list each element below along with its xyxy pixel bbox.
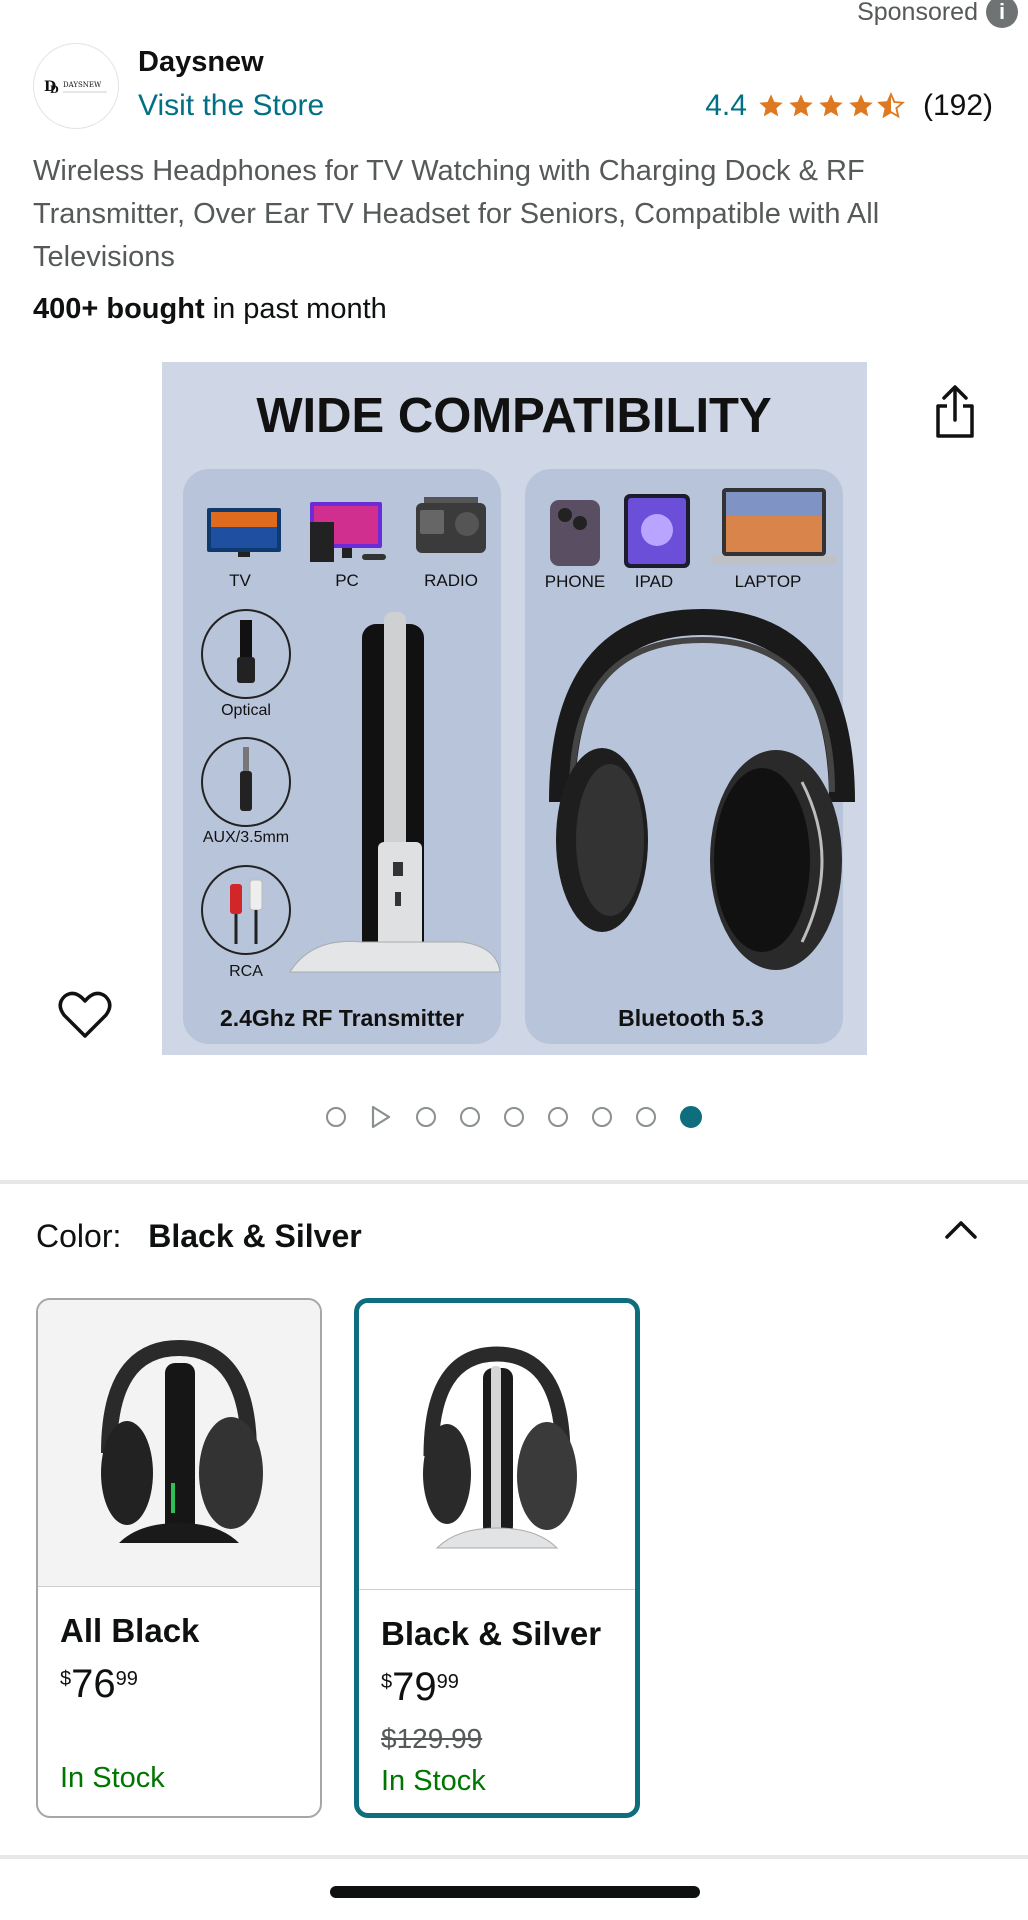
collapse-button[interactable] [942, 1215, 980, 1245]
headphones-stand-silver-icon [423, 1346, 577, 1549]
share-icon [936, 385, 974, 438]
rating-summary[interactable]: 4.4 (192) [705, 89, 993, 123]
sponsored-label-row[interactable]: Sponsored i [857, 0, 1018, 28]
device-label-pc: PC [335, 571, 359, 590]
device-label-radio: RADIO [424, 571, 478, 590]
variant-name: All Black [60, 1612, 200, 1649]
rating-count: (192) [922, 89, 993, 122]
brand-name[interactable]: Daysnew [138, 46, 264, 79]
radio-device-icon [416, 497, 486, 553]
visit-store-link[interactable]: Visit the Store [138, 89, 324, 123]
port-label-rca: RCA [229, 963, 263, 980]
bought-in-past-month: 400+ bought in past month [33, 293, 387, 326]
sponsored-label: Sponsored [857, 0, 978, 26]
video-play-icon[interactable] [370, 1105, 392, 1129]
carousel-dot[interactable] [592, 1107, 612, 1127]
port-label-optical: Optical [221, 702, 271, 719]
star-full-icon [759, 94, 783, 117]
variant-name: Black & Silver [381, 1615, 602, 1652]
home-indicator[interactable] [330, 1886, 700, 1898]
product-main-image[interactable]: WIDE COMPATIBILITY TV PC RADIO Optical A… [162, 362, 867, 1055]
product-title: Wireless Headphones for TV Watching with… [33, 155, 880, 273]
price-symbol: $ [381, 1671, 393, 1693]
phone-device-icon [550, 500, 600, 566]
color-selector-heading: Color: Black & Silver [36, 1218, 362, 1255]
rating-value: 4.4 [705, 89, 747, 122]
ipad-device-icon [624, 494, 690, 568]
port-label-aux: AUX/3.5mm [203, 829, 289, 846]
rating-stars [757, 92, 905, 120]
tv-device-icon [207, 508, 281, 557]
svg-text:D: D [50, 85, 59, 96]
chevron-up-icon [945, 1221, 977, 1239]
section-divider [0, 1855, 1028, 1859]
star-full-icon [789, 94, 813, 117]
carousel-indicator[interactable] [0, 1105, 1028, 1129]
share-button[interactable] [930, 384, 980, 440]
wishlist-button[interactable] [58, 990, 112, 1040]
variant-price: $ 79 99 [381, 1665, 459, 1709]
device-label-ipad: IPAD [635, 572, 673, 591]
carousel-dot[interactable] [504, 1107, 524, 1127]
variant-price: $ 76 99 [60, 1662, 138, 1706]
carousel-dot[interactable] [326, 1107, 346, 1127]
stock-status: In Stock [381, 1765, 486, 1797]
stock-status: In Stock [60, 1762, 165, 1794]
laptop-device-icon [710, 488, 838, 564]
headphones-stand-black-icon [101, 1339, 263, 1543]
bought-period: in past month [212, 293, 387, 325]
bt-caption: Bluetooth 5.3 [618, 1005, 764, 1031]
svg-text:DAYSNEW: DAYSNEW [63, 81, 102, 89]
device-label-tv: TV [229, 571, 251, 590]
star-full-icon [819, 94, 843, 117]
variant-image [359, 1303, 635, 1590]
color-label: Color: [36, 1218, 122, 1254]
variant-image [38, 1300, 320, 1587]
price-cents: 99 [436, 1671, 459, 1693]
product-image-graphic: WIDE COMPATIBILITY TV PC RADIO Optical A… [162, 362, 867, 1055]
carousel-dot-active[interactable] [680, 1106, 702, 1128]
bought-count: 400+ bought [33, 293, 205, 325]
carousel-dot[interactable] [416, 1107, 436, 1127]
price-dollars: 79 [392, 1665, 437, 1709]
star-full-icon [849, 94, 873, 117]
device-label-laptop: LAPTOP [735, 572, 802, 591]
price-dollars: 76 [71, 1662, 116, 1706]
image-headline: WIDE COMPATIBILITY [256, 389, 771, 443]
carousel-dot[interactable] [636, 1107, 656, 1127]
price-symbol: $ [60, 1668, 72, 1690]
carousel-dot[interactable] [548, 1107, 568, 1127]
star-half-icon [877, 92, 905, 119]
heart-icon [58, 991, 112, 1038]
was-price: $129.99 [381, 1723, 483, 1754]
carousel-dot[interactable] [460, 1107, 480, 1127]
info-icon[interactable]: i [986, 0, 1018, 28]
section-divider [0, 1180, 1028, 1184]
device-label-phone: PHONE [545, 572, 605, 591]
variant-card-all-black[interactable]: All Black $ 76 99 In Stock [36, 1298, 322, 1818]
price-cents: 99 [115, 1668, 138, 1690]
rf-caption: 2.4Ghz RF Transmitter [220, 1005, 464, 1031]
color-value: Black & Silver [148, 1218, 362, 1254]
variant-card-black-silver[interactable]: Black & Silver $ 79 99 $129.99 In Stock [354, 1298, 640, 1818]
brand-logo[interactable]: D D DAYSNEW [33, 43, 119, 129]
daysnew-logo-icon: D D DAYSNEW [44, 79, 107, 96]
